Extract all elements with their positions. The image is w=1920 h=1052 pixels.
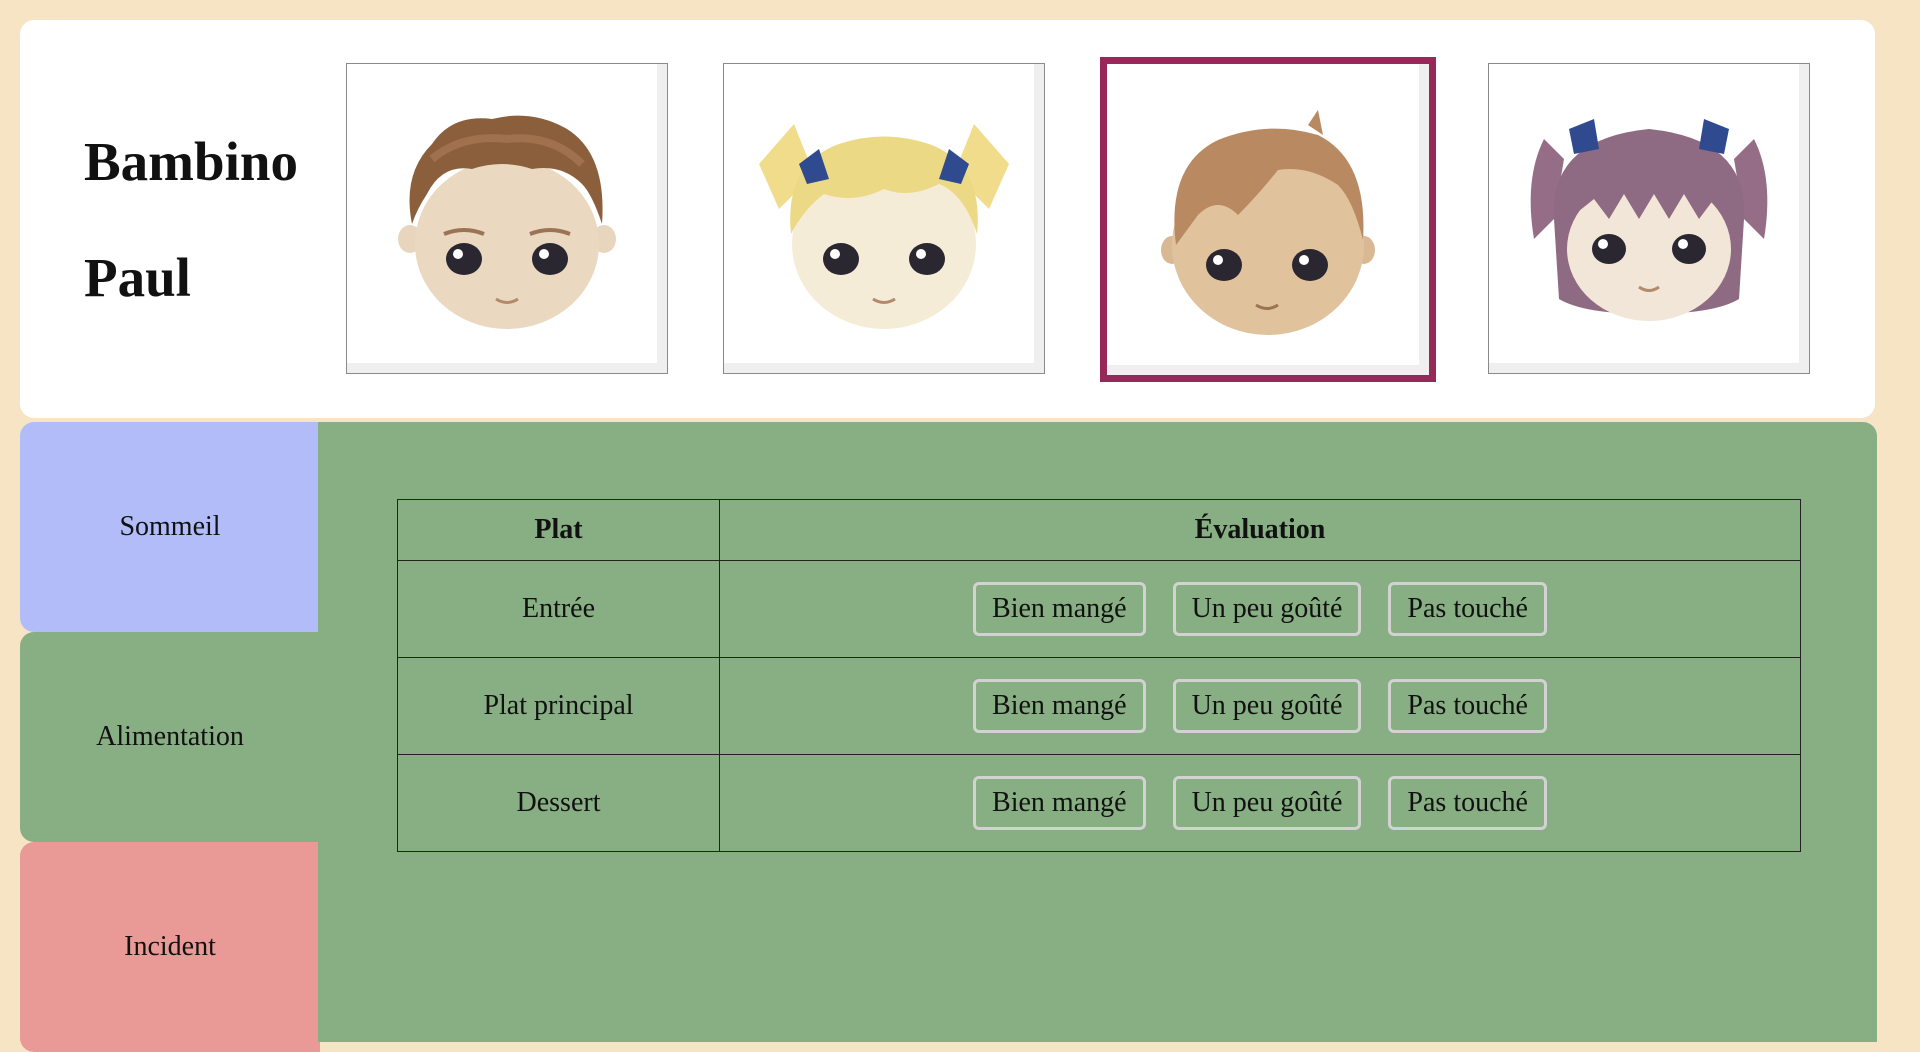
pas-touche-button[interactable]: Pas touché (1388, 679, 1547, 733)
tab-incident[interactable]: Incident (20, 842, 320, 1052)
avatar-card-boy-brown-curly[interactable] (346, 63, 668, 374)
un-peu-goute-button[interactable]: Un peu goûté (1172, 582, 1362, 636)
dish-name: Entrée (397, 560, 720, 658)
table-row: Dessert Bien mangé Un peu goûté Pas touc… (397, 754, 1801, 852)
un-peu-goute-button[interactable]: Un peu goûté (1172, 679, 1362, 733)
child-selector-header: Bambino Paul (20, 20, 1875, 418)
tab-label-alimentation: Alimentation (96, 721, 244, 752)
page-title: Bambino (84, 131, 298, 192)
tab-label-sommeil: Sommeil (119, 511, 221, 542)
pas-touche-button[interactable]: Pas touché (1388, 776, 1547, 830)
boy-brown-curly-avatar-icon (398, 115, 616, 329)
bien-mange-button[interactable]: Bien mangé (973, 679, 1146, 733)
tab-alimentation[interactable]: Alimentation (20, 632, 320, 842)
dish-name: Dessert (397, 754, 720, 852)
child-name: Paul (84, 247, 191, 308)
table-row: Entrée Bien mangé Un peu goûté Pas touch… (397, 560, 1801, 658)
avatar-card-girl-blonde-pigtails[interactable] (723, 63, 1045, 374)
table-header-row: Plat Évaluation (397, 499, 1801, 561)
evaluation-cell: Bien mangé Un peu goûté Pas touché (719, 560, 1801, 658)
bien-mange-button[interactable]: Bien mangé (973, 776, 1146, 830)
evaluation-cell: Bien mangé Un peu goûté Pas touché (719, 754, 1801, 852)
bien-mange-button[interactable]: Bien mangé (973, 582, 1146, 636)
avatar-card-boy-light-brown[interactable] (1100, 57, 1436, 382)
alimentation-panel: Plat Évaluation Entrée Bien mangé Un peu… (318, 422, 1877, 1042)
column-header-evaluation: Évaluation (719, 499, 1801, 561)
table-row: Plat principal Bien mangé Un peu goûté P… (397, 657, 1801, 755)
column-header-plat: Plat (397, 499, 720, 561)
avatar-card-girl-purple-pigtails[interactable] (1488, 63, 1810, 374)
child-name-block: Bambino Paul (84, 104, 298, 336)
tab-sommeil[interactable]: Sommeil (20, 422, 320, 632)
meal-evaluation-table: Plat Évaluation Entrée Bien mangé Un peu… (397, 499, 1801, 852)
pas-touche-button[interactable]: Pas touché (1388, 582, 1547, 636)
evaluation-cell: Bien mangé Un peu goûté Pas touché (719, 657, 1801, 755)
girl-blonde-avatar-icon (759, 123, 1009, 329)
un-peu-goute-button[interactable]: Un peu goûté (1172, 776, 1362, 830)
girl-purple-avatar-icon (1530, 118, 1768, 321)
tab-label-incident: Incident (124, 931, 216, 962)
dish-name: Plat principal (397, 657, 720, 755)
boy-light-brown-avatar-icon (1161, 109, 1375, 335)
